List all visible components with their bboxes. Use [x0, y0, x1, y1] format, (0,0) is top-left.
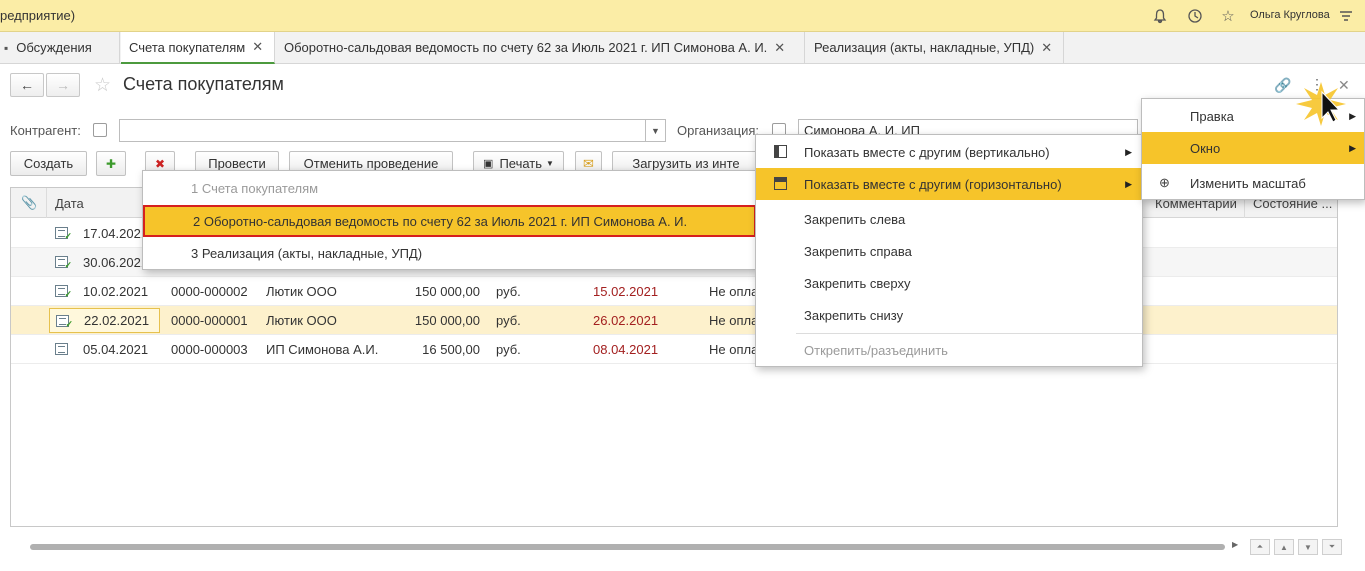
row-amount: 150 000,00	[414, 283, 480, 299]
counterparty-checkbox[interactable]	[93, 123, 107, 137]
add-document-icon: ✚	[105, 156, 117, 171]
row-number: 0000-000002	[171, 283, 248, 299]
row-currency: руб.	[496, 283, 521, 299]
split-vertical-icon	[774, 145, 787, 158]
tab-label: Реализация (акты, накладные, УПД)	[814, 40, 1035, 55]
tab-label: Оборотно-сальдовая ведомость по счету 62…	[284, 40, 768, 55]
row-status: Не опла	[709, 312, 759, 328]
window-submenu: Показать вместе с другим (вертикально) ▶…	[755, 134, 1143, 367]
counterparty-field[interactable]	[119, 119, 646, 142]
chat-icon: ▪	[4, 40, 9, 55]
tab-invoices[interactable]: Счета покупателям ✕	[121, 32, 275, 64]
menu-window[interactable]: Окно ▶	[1142, 132, 1364, 164]
copy-button[interactable]: ✚	[96, 151, 126, 176]
arrow-right-icon: →	[56, 77, 70, 93]
selected-date-cell[interactable]: ✓ 22.02.2021	[49, 308, 160, 333]
row-due-date: 15.02.2021	[593, 283, 659, 299]
menu-dock-top[interactable]: Закрепить сверху	[756, 267, 1142, 299]
chevron-right-icon: ▶	[1349, 142, 1356, 153]
menu-icon[interactable]	[1336, 6, 1356, 26]
attachment-icon[interactable]: 📎	[11, 188, 47, 218]
scroll-bottom-button[interactable]: ⏷	[1322, 539, 1342, 555]
menu-dock-bottom[interactable]: Закрепить снизу	[756, 299, 1142, 331]
row-date: 30.06.2021	[83, 254, 149, 270]
window-list-item-2[interactable]: 2 Оборотно-сальдовая ведомость по счету …	[143, 205, 756, 237]
close-icon[interactable]: ✕	[1041, 40, 1052, 56]
delete-document-icon: ✖	[154, 156, 166, 171]
menu-dock-right[interactable]: Закрепить справа	[756, 235, 1142, 267]
close-icon[interactable]: ✕	[252, 39, 263, 55]
printer-icon: ▣	[483, 158, 494, 170]
link-icon[interactable]: 🔗	[1274, 77, 1291, 94]
menu-undock[interactable]: Открепить/разъединить	[756, 334, 1142, 366]
menu-show-horizontal[interactable]: Показать вместе с другим (горизонтально)…	[756, 168, 1142, 200]
row-amount: 16 500,00	[422, 341, 480, 357]
row-currency: руб.	[496, 341, 521, 357]
scroll-right-icon[interactable]: ▶	[1232, 540, 1238, 549]
bell-icon[interactable]	[1150, 6, 1170, 26]
document-icon: ✓	[55, 248, 72, 276]
document-icon: ✓	[56, 314, 73, 329]
zoom-icon: ⊕	[1159, 175, 1170, 190]
chevron-down-icon[interactable]: ▼	[646, 119, 666, 142]
row-date: 05.04.2021	[83, 341, 149, 357]
row-number: 0000-000003	[171, 341, 248, 357]
row-status: Не опла	[709, 341, 759, 357]
window-list-popup: 1 Счета покупателям 2 Оборотно-сальдовая…	[142, 170, 757, 270]
split-horizontal-icon	[774, 177, 787, 190]
horizontal-scrollbar[interactable]	[30, 544, 1225, 550]
chevron-right-icon: ▶	[1125, 146, 1132, 157]
forward-button[interactable]: →	[46, 73, 80, 97]
row-due-date: 26.02.2021	[593, 312, 659, 328]
tabs-bar: ▪ Обсуждения Счета покупателям ✕ Оборотн…	[0, 32, 1365, 64]
star-icon[interactable]: ☆	[1218, 6, 1238, 26]
arrow-left-icon: ←	[20, 77, 34, 93]
page-title: Счета покупателям	[123, 74, 284, 94]
tab-balance-sheet[interactable]: Оборотно-сальдовая ведомость по счету 62…	[276, 32, 805, 63]
tab-label: Счета покупателям	[129, 39, 246, 55]
tab-label: Обсуждения	[16, 40, 92, 55]
scroll-top-button[interactable]: ⏶	[1250, 539, 1270, 555]
document-icon	[55, 335, 68, 363]
row-date: 22.02.2021	[84, 313, 150, 328]
tab-sales[interactable]: Реализация (акты, накладные, УПД) ✕	[806, 32, 1064, 63]
row-counterparty: Лютик ООО	[266, 312, 337, 328]
click-highlight-icon	[1296, 82, 1346, 126]
row-currency: руб.	[496, 312, 521, 328]
favorite-star-icon[interactable]: ☆	[94, 74, 111, 97]
history-icon[interactable]	[1185, 6, 1205, 26]
row-number: 0000-000001	[171, 312, 248, 328]
row-amount: 150 000,00	[414, 312, 480, 328]
document-icon: ✓	[55, 219, 72, 247]
menu-show-vertical[interactable]: Показать вместе с другим (вертикально) ▶	[756, 136, 1142, 168]
menu-zoom[interactable]: ⊕ Изменить масштаб	[1142, 167, 1364, 199]
document-icon: ✓	[55, 277, 72, 305]
back-button[interactable]: ←	[10, 73, 44, 97]
row-date: 10.02.2021	[83, 283, 149, 299]
organization-label: Организация:	[677, 123, 760, 138]
column-date[interactable]: Дата	[47, 188, 157, 218]
row-date: 17.04.2021	[83, 225, 149, 241]
chevron-down-icon: ▼	[546, 159, 554, 168]
app-title: редприятие)	[0, 8, 76, 23]
window-list-item-1[interactable]: 1 Счета покупателям	[143, 172, 756, 204]
window-list-item-3[interactable]: 3 Реализация (акты, накладные, УПД)	[143, 237, 756, 269]
scroll-down-button[interactable]: ▼	[1298, 539, 1318, 555]
tab-discussions[interactable]: ▪ Обсуждения	[0, 32, 120, 63]
row-counterparty: ИП Симонова А.И.	[266, 341, 379, 357]
counterparty-label: Контрагент:	[10, 123, 81, 138]
row-counterparty: Лютик ООО	[266, 283, 337, 299]
row-status: Не опла	[709, 283, 759, 299]
user-name[interactable]: Ольга Круглова	[1250, 9, 1330, 21]
close-icon[interactable]: ✕	[774, 40, 785, 56]
title-bar: редприятие) ☆ Ольга Круглова	[0, 0, 1365, 32]
row-due-date: 08.04.2021	[593, 341, 659, 357]
scroll-up-button[interactable]: ▲	[1274, 539, 1294, 555]
chevron-right-icon: ▶	[1349, 110, 1356, 121]
chevron-right-icon: ▶	[1125, 178, 1132, 189]
create-button[interactable]: Создать	[10, 151, 87, 176]
menu-dock-left[interactable]: Закрепить слева	[756, 203, 1142, 235]
